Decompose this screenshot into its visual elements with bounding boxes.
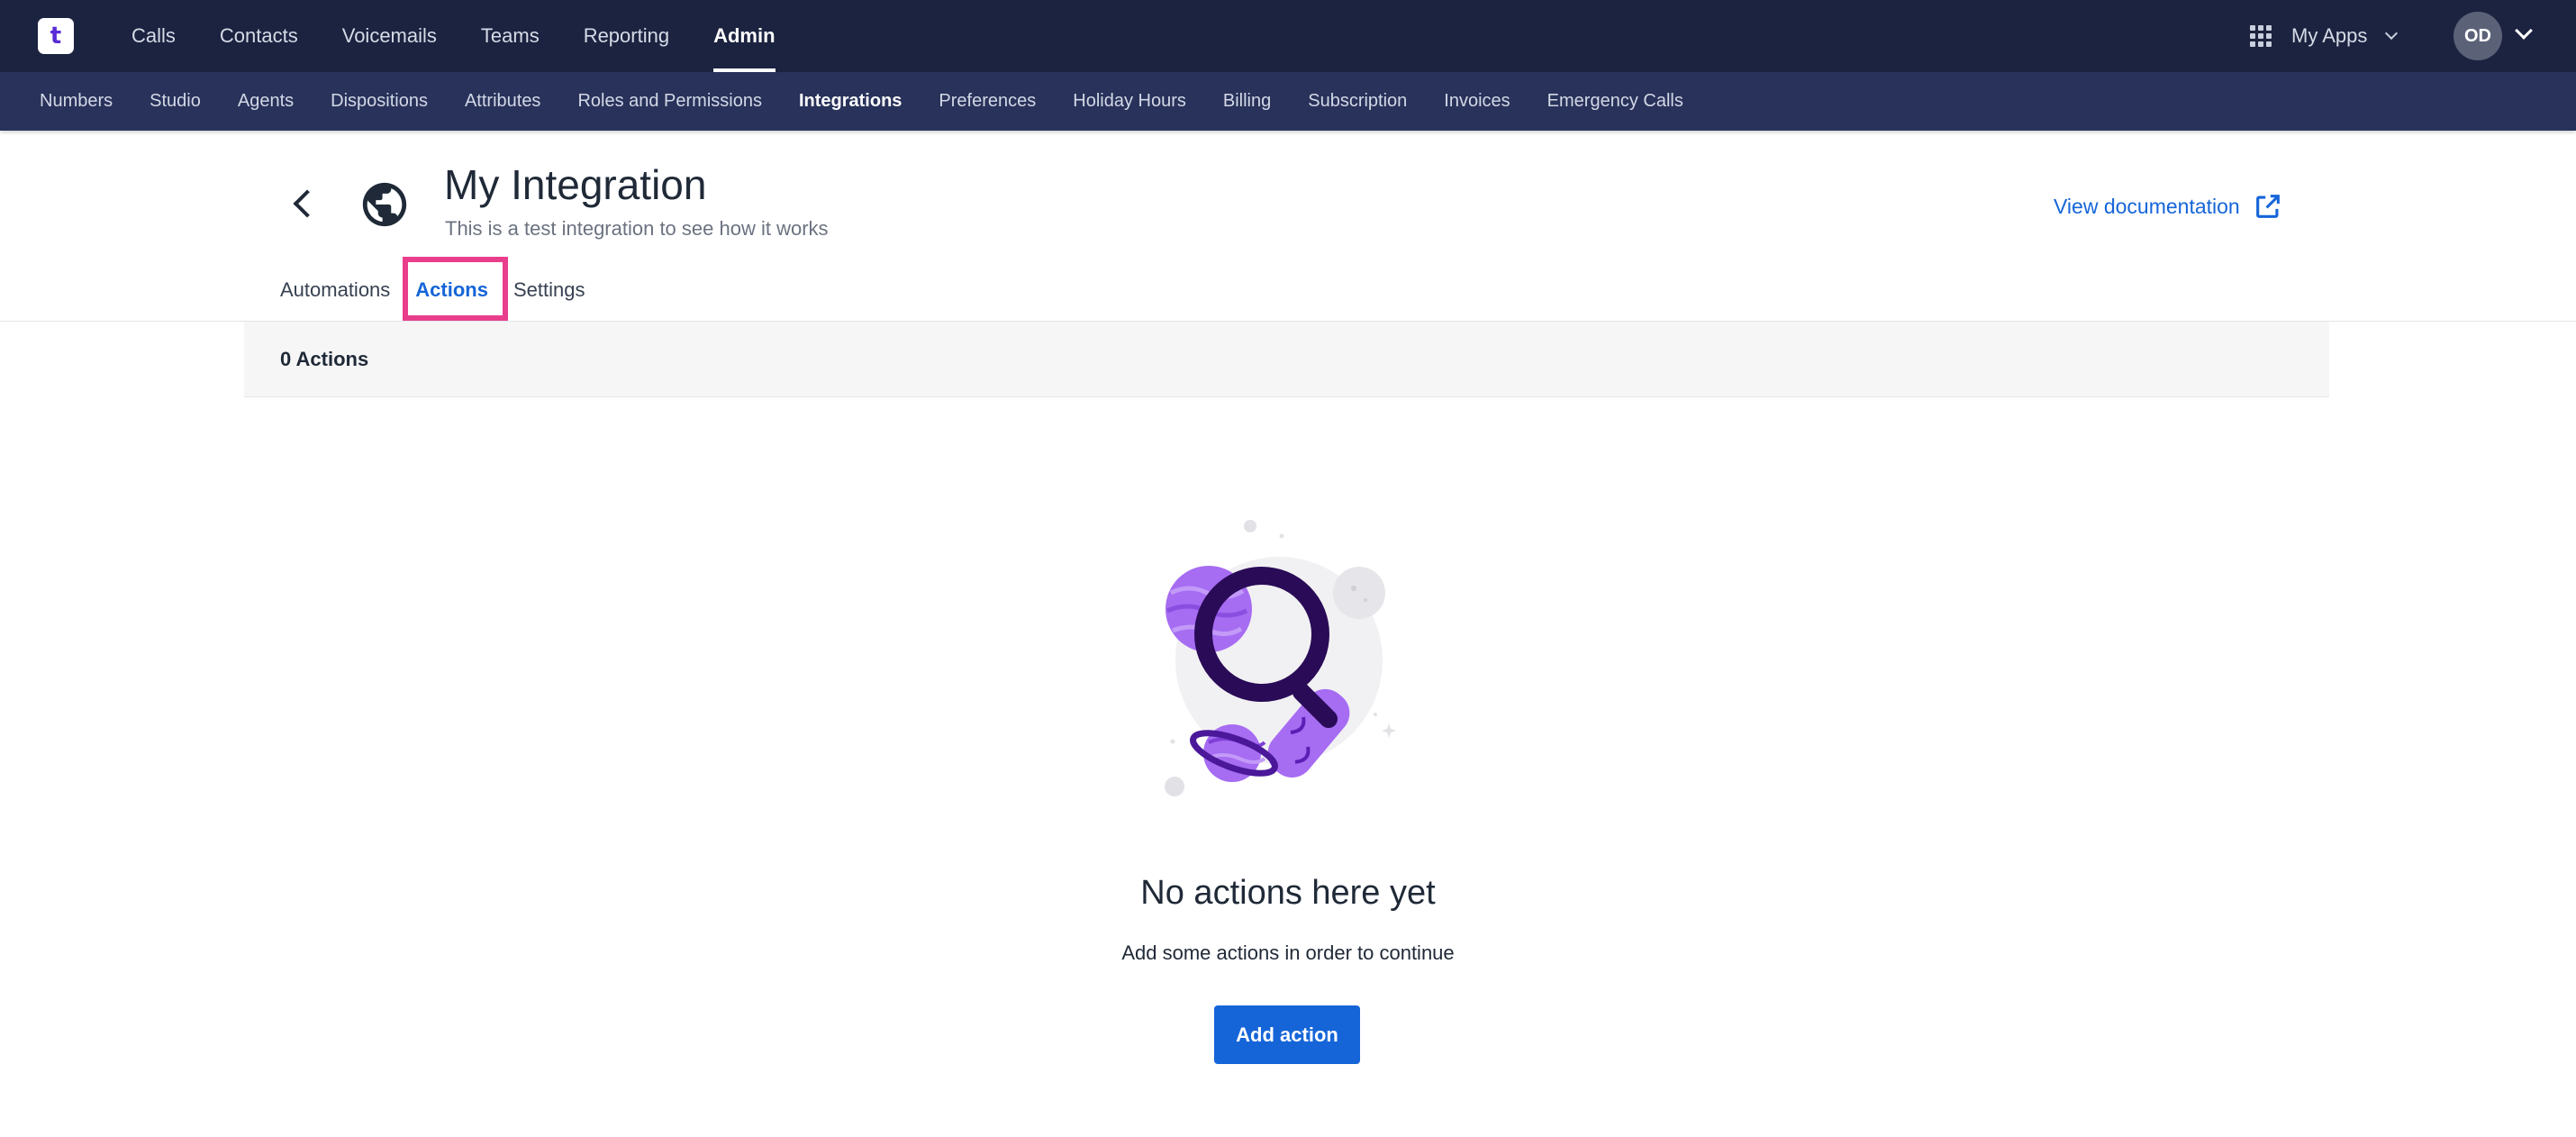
actions-count-bar: 0 Actions <box>244 322 2329 397</box>
back-arrow-icon[interactable] <box>293 189 322 218</box>
admin-sub-navigation: Numbers Studio Agents Dispositions Attri… <box>0 72 2576 131</box>
subnav-item-preferences[interactable]: Preferences <box>939 91 1036 112</box>
actions-count: 0 Actions <box>280 347 369 370</box>
page-title: My Integration <box>444 161 707 208</box>
tab-automations[interactable]: Automations <box>280 278 390 302</box>
top-navigation-bar: t Calls Contacts Voicemails Teams Report… <box>0 0 2576 72</box>
empty-state-text: Add some actions in order to continue <box>1121 941 1455 964</box>
app-logo[interactable]: t <box>38 18 74 54</box>
subnav-item-subscription[interactable]: Subscription <box>1308 91 1407 112</box>
my-apps-menu[interactable]: My Apps <box>2250 18 2399 54</box>
chevron-down-icon <box>2385 26 2399 41</box>
empty-state-title: No actions here yet <box>1140 874 1436 912</box>
top-nav: Calls Contacts Voicemails Teams Reportin… <box>132 0 820 72</box>
subnav-item-invoices[interactable]: Invoices <box>1444 91 1510 112</box>
add-action-button[interactable]: Add action <box>1214 1005 1360 1064</box>
view-documentation-link[interactable]: View documentation <box>2054 191 2283 222</box>
globe-icon <box>362 182 407 227</box>
subnav-item-studio[interactable]: Studio <box>150 91 201 112</box>
topnav-item-voicemails[interactable]: Voicemails <box>342 0 437 72</box>
topnav-item-teams[interactable]: Teams <box>481 0 540 72</box>
account-chevron-down-icon[interactable] <box>2515 22 2533 40</box>
subnav-item-emergency-calls[interactable]: Emergency Calls <box>1547 91 1683 112</box>
tab-actions[interactable]: Actions <box>415 278 488 302</box>
magnifying-glass-planets-illustration <box>1165 520 1396 796</box>
my-apps-label: My Apps <box>2291 24 2368 47</box>
tab-settings[interactable]: Settings <box>513 278 585 302</box>
topnav-item-contacts[interactable]: Contacts <box>220 0 298 72</box>
subnav-item-agents[interactable]: Agents <box>238 91 294 112</box>
subnav-item-roles-and-permissions[interactable]: Roles and Permissions <box>577 91 762 112</box>
subnav-item-dispositions[interactable]: Dispositions <box>331 91 428 112</box>
view-documentation-label: View documentation <box>2054 194 2240 218</box>
apps-grid-icon <box>2250 25 2272 47</box>
subnav-item-attributes[interactable]: Attributes <box>465 91 540 112</box>
page-subtitle: This is a test integration to see how it… <box>445 217 829 240</box>
topnav-item-reporting[interactable]: Reporting <box>584 0 669 72</box>
topnav-item-calls[interactable]: Calls <box>132 0 176 72</box>
user-avatar[interactable]: OD <box>2454 12 2502 60</box>
integration-tabs: Automations Actions Settings <box>280 259 610 321</box>
subnav-item-holiday-hours[interactable]: Holiday Hours <box>1073 91 1186 112</box>
subnav-item-billing[interactable]: Billing <box>1223 91 1271 112</box>
topnav-item-admin[interactable]: Admin <box>713 0 776 72</box>
subnav-item-numbers[interactable]: Numbers <box>40 91 113 112</box>
subnav-item-integrations[interactable]: Integrations <box>799 91 902 112</box>
external-link-icon <box>2255 195 2280 218</box>
